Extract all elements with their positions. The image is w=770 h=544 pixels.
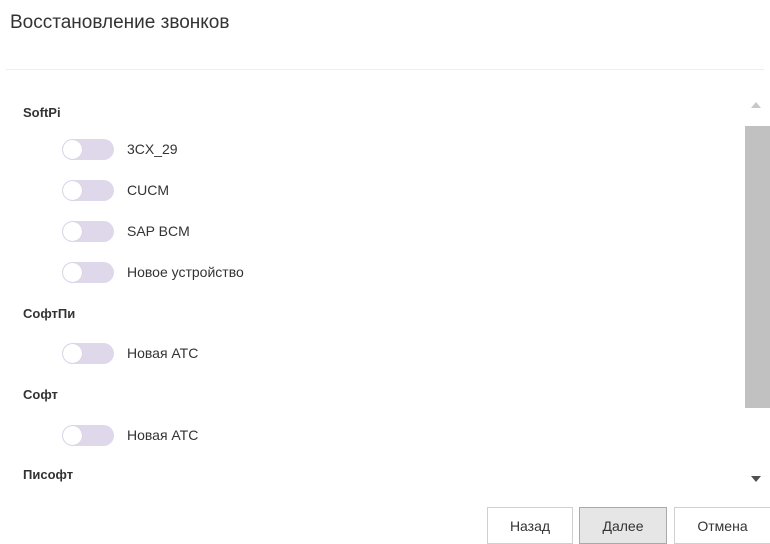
device-label: SAP BCM [127,223,190,239]
device-toggle[interactable] [62,138,114,160]
device-toggle[interactable] [62,179,114,201]
device-label: CUCM [127,182,169,198]
group-label-softpi-cyr: СофтПи [23,306,76,321]
vertical-scrollbar[interactable] [745,92,770,488]
toggle-knob [63,262,82,282]
device-toggle[interactable] [62,424,114,446]
toggle-knob [63,180,82,200]
group-label-pisoft: Писофт [23,467,74,482]
toggle-knob [63,139,82,159]
device-label: Новое устройство [127,264,244,280]
device-label: Новая АТС [127,345,199,361]
scroll-down-arrow-icon[interactable] [751,476,761,482]
group-label-soft: Софт [23,387,58,402]
list-item: CUCM [62,179,169,201]
restore-calls-dialog: Восстановление звонков SoftPi 3CX_29 CUC… [0,0,770,544]
list-item: Новое устройство [62,261,244,283]
scroll-thumb[interactable] [745,126,770,408]
back-button[interactable]: Назад [487,507,573,544]
list-item: Новая АТС [62,424,198,446]
header-divider [6,69,764,70]
toggle-knob [63,343,82,363]
scroll-up-arrow-icon[interactable] [751,102,761,108]
toggle-knob [63,221,82,241]
list-item: SAP BCM [62,220,190,242]
toggle-knob [63,425,82,445]
list-item: 3CX_29 [62,138,178,160]
cancel-button[interactable]: Отмена [674,507,770,544]
next-button[interactable]: Далее [579,507,667,544]
device-toggle[interactable] [62,220,114,242]
device-list: SoftPi 3CX_29 CUCM SAP BCM Новое устройс… [0,92,738,488]
device-toggle[interactable] [62,342,114,364]
device-toggle[interactable] [62,261,114,283]
group-label-softpi: SoftPi [23,105,61,120]
device-label: 3CX_29 [127,141,178,157]
list-item: Новая АТС [62,342,198,364]
device-label: Новая АТС [127,427,199,443]
dialog-title: Восстановление звонков [10,12,230,33]
